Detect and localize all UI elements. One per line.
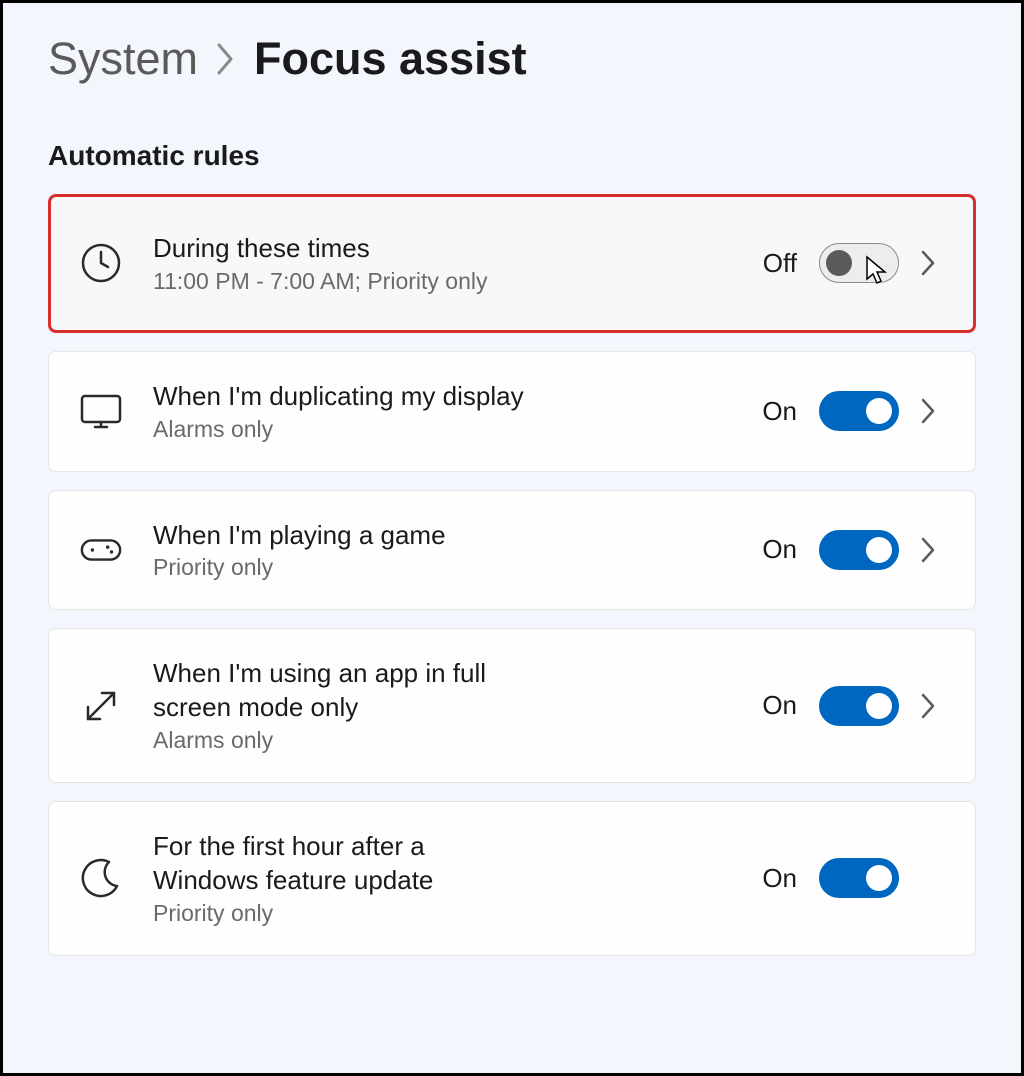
rule-title: For the first hour after a Windows featu…	[153, 830, 533, 898]
moon-icon	[79, 856, 123, 900]
rule-during-times[interactable]: During these times 11:00 PM - 7:00 AM; P…	[48, 194, 976, 333]
toggle-switch[interactable]	[819, 391, 899, 431]
clock-icon	[79, 241, 123, 285]
chevron-right-icon	[921, 693, 945, 719]
chevron-right-icon	[921, 250, 945, 276]
rule-controls: On	[762, 686, 945, 726]
chevron-right-icon	[216, 42, 236, 76]
toggle-switch[interactable]	[819, 858, 899, 898]
rule-text: When I'm playing a game Priority only	[153, 519, 533, 582]
rule-title: During these times	[153, 232, 533, 266]
toggle-label: On	[762, 690, 797, 721]
toggle-knob	[826, 250, 852, 276]
toggle-switch[interactable]	[819, 530, 899, 570]
toggle-knob	[866, 398, 892, 424]
toggle-label: Off	[763, 248, 797, 279]
page-title: Focus assist	[254, 33, 527, 85]
rules-list: During these times 11:00 PM - 7:00 AM; P…	[48, 194, 976, 956]
rule-title: When I'm playing a game	[153, 519, 533, 553]
rule-subtitle: Alarms only	[153, 727, 533, 754]
rule-subtitle: 11:00 PM - 7:00 AM; Priority only	[153, 268, 533, 295]
toggle-label: On	[762, 396, 797, 427]
toggle-label: On	[762, 863, 797, 894]
rule-subtitle: Priority only	[153, 900, 533, 927]
rule-duplicating-display[interactable]: When I'm duplicating my display Alarms o…	[48, 351, 976, 472]
breadcrumb: System Focus assist	[48, 33, 976, 85]
rule-text: For the first hour after a Windows featu…	[153, 830, 533, 927]
rule-text: During these times 11:00 PM - 7:00 AM; P…	[153, 232, 533, 295]
rule-text: When I'm duplicating my display Alarms o…	[153, 380, 533, 443]
section-title: Automatic rules	[48, 140, 976, 172]
breadcrumb-parent[interactable]: System	[48, 33, 198, 85]
rule-subtitle: Priority only	[153, 554, 533, 581]
rule-controls: On	[762, 530, 945, 570]
toggle-switch[interactable]	[819, 243, 899, 283]
rule-title: When I'm duplicating my display	[153, 380, 533, 414]
chevron-right-icon	[921, 398, 945, 424]
fullscreen-icon	[79, 684, 123, 728]
rule-fullscreen-app[interactable]: When I'm using an app in full screen mod…	[48, 628, 976, 783]
toggle-knob	[866, 537, 892, 563]
rule-controls: On	[762, 391, 945, 431]
rule-text: When I'm using an app in full screen mod…	[153, 657, 533, 754]
toggle-knob	[866, 865, 892, 891]
gamepad-icon	[79, 528, 123, 572]
toggle-switch[interactable]	[819, 686, 899, 726]
chevron-right-icon	[921, 537, 945, 563]
toggle-knob	[866, 693, 892, 719]
toggle-label: On	[762, 534, 797, 565]
monitor-icon	[79, 389, 123, 433]
rule-controls: On	[762, 858, 945, 898]
rule-feature-update[interactable]: For the first hour after a Windows featu…	[48, 801, 976, 956]
rule-title: When I'm using an app in full screen mod…	[153, 657, 533, 725]
rule-subtitle: Alarms only	[153, 416, 533, 443]
rule-controls: Off	[763, 243, 945, 283]
rule-playing-game[interactable]: When I'm playing a game Priority only On	[48, 490, 976, 611]
